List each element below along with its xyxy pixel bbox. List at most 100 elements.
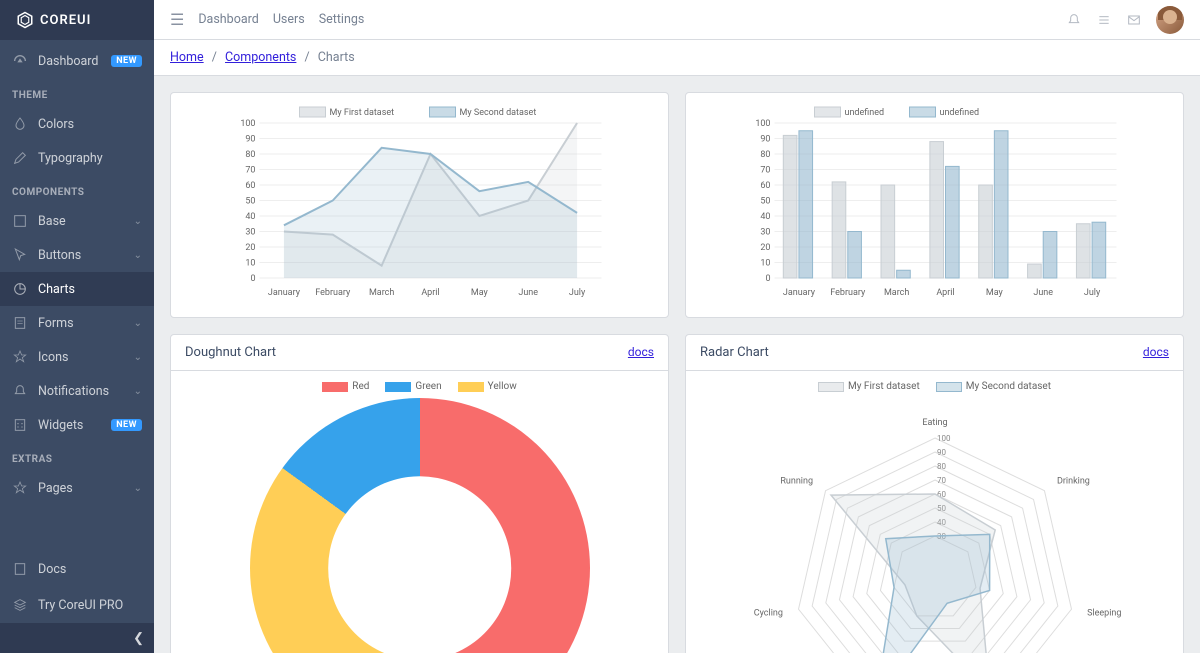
svg-text:0: 0 (250, 274, 255, 284)
sidebar-item-typography[interactable]: Typography (0, 141, 154, 175)
sidebar-item-try-pro[interactable]: Try CoreUI PRO (0, 587, 154, 623)
sidebar-item-docs[interactable]: Docs (0, 551, 154, 587)
pencil-icon (12, 150, 28, 166)
brand[interactable]: COREUI (0, 0, 154, 40)
sidebar-minimizer[interactable]: ❮ (0, 623, 154, 653)
svg-text:10: 10 (760, 259, 770, 269)
sidebar-item-pages[interactable]: Pages ⌄ (0, 471, 154, 505)
svg-text:80: 80 (760, 150, 770, 160)
sidebar-footer: Docs Try CoreUI PRO ❮ (0, 551, 154, 653)
sidebar-nav: Dashboard NEW THEME Colors Typography CO… (0, 40, 154, 551)
sidebar-item-label: Colors (38, 117, 142, 132)
sidebar-item-forms[interactable]: Forms ⌄ (0, 306, 154, 340)
sidebar-item-widgets[interactable]: Widgets NEW (0, 408, 154, 442)
sidebar-item-label: Notifications (38, 384, 124, 399)
radar-legend: My First datasetMy Second dataset (700, 381, 1169, 392)
sidebar-item-charts[interactable]: Charts (0, 272, 154, 306)
sidebar-item-label: Docs (38, 562, 142, 577)
docs-link[interactable]: docs (1143, 345, 1169, 360)
svg-text:70: 70 (760, 166, 770, 176)
svg-text:Sleeping: Sleeping (1087, 609, 1121, 619)
nav-section-extras: EXTRAS (0, 442, 154, 471)
sidebar-item-dashboard[interactable]: Dashboard NEW (0, 44, 154, 78)
chevron-down-icon: ⌄ (134, 318, 142, 329)
chevron-down-icon: ⌄ (134, 386, 142, 397)
sidebar-item-colors[interactable]: Colors (0, 107, 154, 141)
header-nav-dashboard[interactable]: Dashboard (198, 12, 258, 27)
card-bar-chart: undefinedundefined0102030405060708090100… (685, 92, 1184, 318)
svg-text:10: 10 (245, 259, 255, 269)
breadcrumb-home[interactable]: Home (170, 50, 204, 65)
menu-toggle-icon[interactable]: ☰ (170, 10, 184, 29)
calculator-icon (12, 417, 28, 433)
content: My First datasetMy Second dataset0102030… (154, 76, 1200, 653)
sidebar-item-notifications[interactable]: Notifications ⌄ (0, 374, 154, 408)
star-icon (12, 480, 28, 496)
sidebar-item-label: Try CoreUI PRO (38, 598, 142, 613)
svg-text:60: 60 (760, 181, 770, 191)
bell-icon[interactable] (1066, 12, 1082, 28)
envelope-icon[interactable] (1126, 12, 1142, 28)
breadcrumb-sep: / (212, 50, 217, 65)
chevron-down-icon: ⌄ (134, 216, 142, 227)
sidebar-item-base[interactable]: Base ⌄ (0, 204, 154, 238)
svg-text:Eating: Eating (922, 418, 947, 428)
line-chart: My First dataset My Second dataset 0 10 20 30… (185, 103, 654, 303)
chevron-left-icon: ❮ (133, 631, 144, 646)
chevron-down-icon: ⌄ (134, 352, 142, 363)
breadcrumb: Home / Components / Charts (154, 40, 1200, 76)
svg-text:80: 80 (937, 462, 946, 471)
sidebar-item-label: Typography (38, 151, 142, 166)
svg-text:90: 90 (937, 448, 946, 457)
header-nav-settings[interactable]: Settings (319, 12, 365, 27)
list-icon[interactable] (1096, 12, 1112, 28)
svg-text:100: 100 (755, 119, 770, 129)
badge-new: NEW (111, 55, 142, 67)
svg-text:My First dataset: My First dataset (330, 108, 395, 118)
bell-icon (12, 383, 28, 399)
svg-text:undefined: undefined (940, 108, 980, 118)
svg-text:40: 40 (760, 212, 770, 222)
svg-text:undefined: undefined (845, 108, 885, 118)
bar-chart: undefinedundefined0102030405060708090100… (700, 103, 1169, 303)
drop-icon (12, 116, 28, 132)
svg-text:April: April (421, 288, 439, 298)
header-nav: Dashboard Users Settings (198, 12, 364, 27)
layers-icon (12, 597, 28, 613)
svg-text:100: 100 (240, 119, 255, 129)
avatar[interactable] (1156, 6, 1184, 34)
description-icon (12, 561, 28, 577)
svg-text:Cycling: Cycling (753, 609, 782, 619)
logo-icon (16, 11, 34, 29)
svg-text:50: 50 (760, 197, 770, 207)
badge-new: NEW (111, 419, 142, 431)
sidebar-item-label: Dashboard (38, 54, 101, 69)
docs-link[interactable]: docs (628, 345, 654, 360)
svg-text:My Second dataset: My Second dataset (460, 108, 537, 118)
radar-chart: 30405060708090100EatingDrinkingSleepingD… (745, 398, 1125, 653)
svg-text:90: 90 (760, 135, 770, 145)
sidebar-item-label: Icons (38, 350, 124, 365)
breadcrumb-components[interactable]: Components (225, 50, 296, 65)
card-line-chart: My First dataset My Second dataset 0 10 20 30… (170, 92, 669, 318)
svg-text:June: June (1033, 288, 1053, 298)
header-icons (1066, 6, 1184, 34)
sidebar-item-label: Base (38, 214, 124, 229)
chevron-down-icon: ⌄ (134, 250, 142, 261)
sidebar-item-icons[interactable]: Icons ⌄ (0, 340, 154, 374)
svg-text:April: April (936, 288, 954, 298)
header-nav-users[interactable]: Users (273, 12, 305, 27)
nav-section-theme: THEME (0, 78, 154, 107)
svg-text:March: March (369, 288, 394, 298)
svg-text:May: May (986, 288, 1004, 298)
svg-text:20: 20 (245, 243, 255, 253)
breadcrumb-current: Charts (318, 50, 355, 65)
svg-text:40: 40 (245, 212, 255, 222)
svg-text:20: 20 (760, 243, 770, 253)
sidebar-item-buttons[interactable]: Buttons ⌄ (0, 238, 154, 272)
svg-text:January: January (783, 288, 816, 298)
svg-text:100: 100 (937, 434, 951, 443)
svg-text:30: 30 (245, 228, 255, 238)
main: ☰ Dashboard Users Settings Home / Compon… (154, 0, 1200, 653)
sidebar: COREUI Dashboard NEW THEME Colors Typogr… (0, 0, 154, 653)
